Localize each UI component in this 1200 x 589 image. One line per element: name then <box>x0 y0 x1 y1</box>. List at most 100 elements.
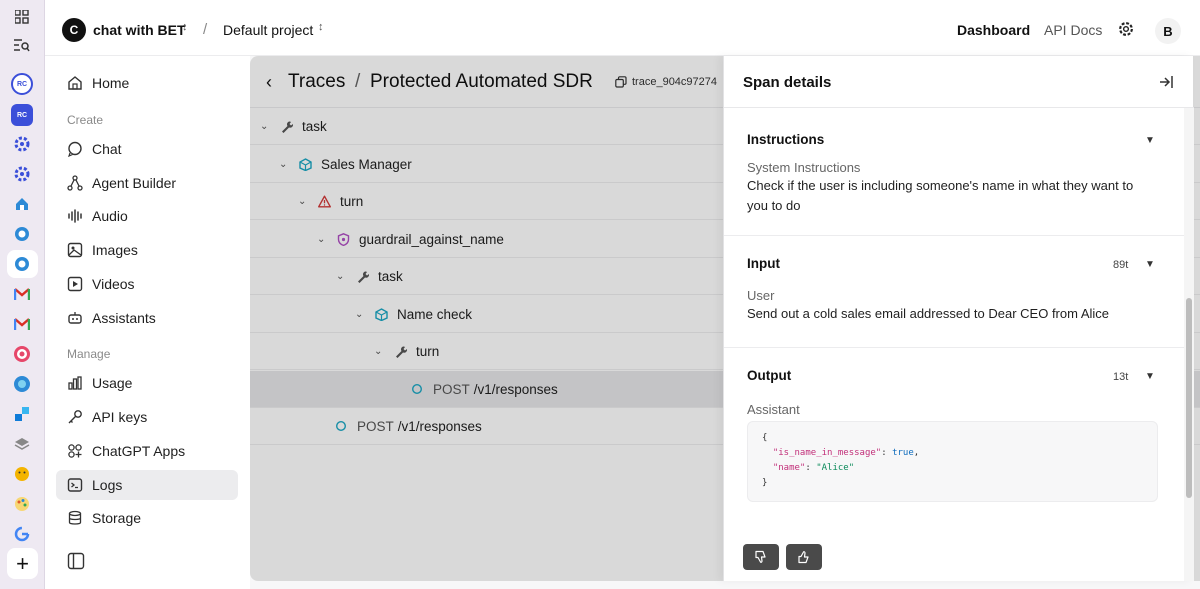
span-label: turn <box>340 193 364 209</box>
sidebar-item-chat[interactable]: Chat <box>56 134 238 164</box>
radar-app-icon[interactable] <box>11 343 33 365</box>
caret-down-icon[interactable]: ▼ <box>1145 135 1155 146</box>
browser-side-rail: RC RC + <box>0 0 45 589</box>
output-token-count: 13t <box>1113 371 1129 383</box>
sidebar-item-label: Audio <box>92 208 128 224</box>
span-label: guardrail_against_name <box>359 231 504 247</box>
dashboard-link[interactable]: Dashboard <box>957 22 1030 38</box>
user-avatar[interactable]: B <box>1155 18 1181 44</box>
chevron-down-icon[interactable]: ⌄ <box>260 121 272 132</box>
span-label: Name check <box>397 306 473 322</box>
chevron-down-icon[interactable]: ⌄ <box>298 196 310 207</box>
target-app-icon[interactable] <box>11 223 33 245</box>
sidebar-item-usage[interactable]: Usage <box>56 368 238 398</box>
back-chevron-icon[interactable]: ‹ <box>266 72 272 93</box>
agent-graph-icon <box>66 174 84 192</box>
sidebar-item-logs[interactable]: Logs <box>56 470 238 500</box>
caret-down-icon[interactable]: ▼ <box>1145 371 1155 382</box>
settings-gear-icon[interactable] <box>1117 20 1135 38</box>
add-app-icon[interactable]: + <box>7 548 38 579</box>
sidebar-item-agent-builder[interactable]: Agent Builder <box>56 168 238 198</box>
terminal-icon <box>66 476 84 494</box>
layers-app-icon[interactable] <box>11 433 33 455</box>
output-role-label: Assistant <box>747 402 800 417</box>
trace-id-copy[interactable]: trace_904c97274 <box>615 76 717 88</box>
gmail-icon[interactable] <box>11 313 33 335</box>
chevron-down-icon[interactable]: ⌄ <box>374 346 386 357</box>
org-avatar[interactable]: C <box>62 18 86 42</box>
sidebar-section-create: Create <box>67 113 104 127</box>
globe-app-icon[interactable] <box>11 373 33 395</box>
thumbs-down-button[interactable] <box>743 544 779 570</box>
breadcrumb-separator: / <box>355 71 361 92</box>
project-switcher[interactable]: Default project <box>223 22 313 38</box>
home-app-icon[interactable] <box>11 193 33 215</box>
code-key: "name" <box>772 463 806 473</box>
traces-link[interactable]: Traces <box>288 71 345 93</box>
sidebar-item-chatgpt-apps[interactable]: ChatGPT Apps <box>56 436 238 466</box>
span-label: task <box>302 118 327 134</box>
rail-badge-text: RC <box>16 111 28 119</box>
panel-scrollbar[interactable] <box>1184 108 1194 581</box>
target-app-icon[interactable] <box>11 253 33 275</box>
output-section-title[interactable]: Output <box>747 368 791 383</box>
input-message-text: Send out a cold sales email addressed to… <box>747 306 1110 321</box>
apps-grid-icon[interactable] <box>11 6 33 28</box>
trace-id-text: trace_904c97274 <box>632 76 718 88</box>
chevron-updown-icon[interactable]: ↕ <box>318 21 324 33</box>
palette-app-icon[interactable] <box>11 493 33 515</box>
sidebar-item-home[interactable]: Home <box>56 68 238 98</box>
sidebar-item-label: Images <box>92 242 138 258</box>
gmail-icon[interactable] <box>11 283 33 305</box>
cube-icon <box>374 307 388 321</box>
platform-app: C chat with BET ↕ / Default project ↕ Da… <box>45 0 1200 589</box>
sidebar-item-label: Assistants <box>92 310 156 326</box>
sidebar-item-label: Agent Builder <box>92 175 177 191</box>
org-switcher[interactable]: chat with BET <box>93 22 186 38</box>
thumbs-up-button[interactable] <box>786 544 822 570</box>
chevron-updown-icon[interactable]: ↕ <box>182 21 188 33</box>
chevron-down-icon[interactable]: ⌄ <box>317 234 329 245</box>
code-line: } <box>762 476 1157 491</box>
image-icon <box>66 241 84 259</box>
input-section-title[interactable]: Input <box>747 256 780 271</box>
code-value: "Alice" <box>816 463 855 473</box>
scrollbar-thumb[interactable] <box>1186 298 1192 498</box>
sidebar-item-api-keys[interactable]: API keys <box>56 402 238 432</box>
sidebar-item-images[interactable]: Images <box>56 235 238 265</box>
code-value: true <box>892 448 914 458</box>
sidebar-item-assistants[interactable]: Assistants <box>56 303 238 333</box>
search-list-icon[interactable] <box>11 34 33 56</box>
circle-icon <box>334 419 348 433</box>
blocks-app-icon[interactable] <box>11 403 33 425</box>
api-docs-link[interactable]: API Docs <box>1044 22 1102 38</box>
span-label: task <box>378 268 403 284</box>
gear-app-icon[interactable] <box>11 163 33 185</box>
sidebar-item-storage[interactable]: Storage <box>56 503 238 533</box>
chevron-down-icon[interactable]: ⌄ <box>336 271 348 282</box>
sidebar-item-videos[interactable]: Videos <box>56 269 238 299</box>
chat-bubble-icon <box>66 140 84 158</box>
span-method: POST <box>433 381 470 397</box>
instructions-section-title[interactable]: Instructions <box>747 132 824 147</box>
trace-name: Protected Automated SDR <box>370 71 593 92</box>
rc-square-icon[interactable]: RC <box>11 104 33 126</box>
cube-icon <box>298 157 312 171</box>
emoji-app-icon[interactable] <box>11 463 33 485</box>
span-label: turn <box>416 343 440 359</box>
code-line: { <box>762 431 1157 446</box>
wrench-icon <box>355 269 369 283</box>
circle-icon <box>410 382 424 396</box>
sidebar-item-audio[interactable]: Audio <box>56 201 238 231</box>
chevron-down-icon[interactable]: ⌄ <box>355 309 367 320</box>
gear-app-icon[interactable] <box>11 133 33 155</box>
rc-circle-icon[interactable]: RC <box>11 73 33 95</box>
chevron-down-icon[interactable]: ⌄ <box>279 159 291 170</box>
collapse-panel-icon[interactable] <box>1157 73 1175 91</box>
toggle-sidebar-icon[interactable] <box>67 552 85 570</box>
span-method: POST <box>357 418 394 434</box>
span-details-panel: Span details Instructions ▼ System Instr… <box>723 56 1194 581</box>
google-icon[interactable] <box>11 523 33 545</box>
caret-down-icon[interactable]: ▼ <box>1145 259 1155 270</box>
divider <box>724 235 1186 236</box>
